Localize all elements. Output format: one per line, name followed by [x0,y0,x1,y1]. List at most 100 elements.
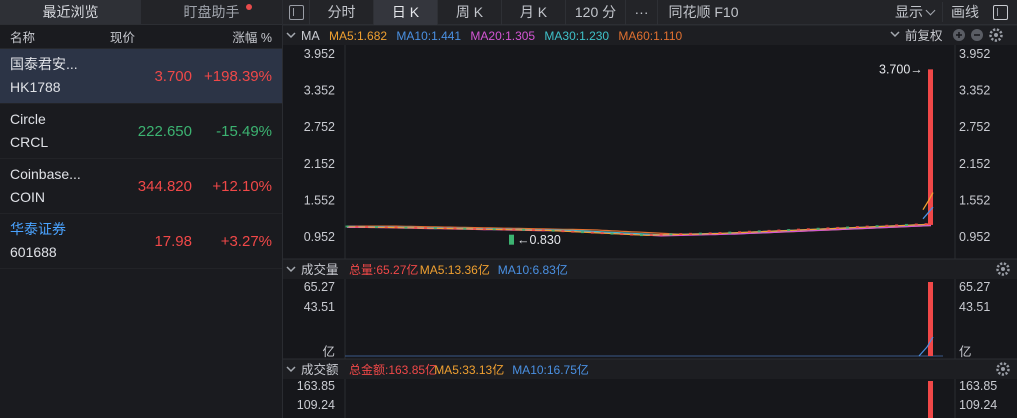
candle [855,226,859,229]
ma-title: MA [301,29,320,43]
amount-title: 成交额 [301,362,339,377]
tab-intraday[interactable]: 分时 [309,0,373,25]
stock-code: 601688 [10,244,57,260]
ma-legend-item: MA60:1.110 [618,29,682,43]
kline-chart[interactable]: MA MA5:1.682 MA10:1.441 MA20:1.305 MA30:1.23… [283,25,1017,418]
header-name[interactable]: 名称 [10,27,110,46]
draw-line-button[interactable]: 画线 [942,2,987,22]
candle [669,233,673,236]
candle [708,232,712,235]
watchlist-row[interactable]: Coinbase... COIN 344.820 +12.10% [0,159,282,214]
watchlist-row[interactable]: 华泰证券 601688 17.98 +3.27% [0,214,282,269]
watchlist-row[interactable]: 国泰君安... HK1788 3.700 +198.39% [0,49,282,104]
candle [767,229,771,232]
settings-gear-icon-center [1001,367,1005,371]
header-change[interactable]: 涨幅 % [184,27,272,46]
y-tick-right: 3.952 [959,47,990,61]
notification-dot-icon [246,4,252,10]
candle [473,227,477,230]
y-tick-left: 2.752 [304,120,335,134]
candle [384,226,388,229]
y-tick-right: 0.952 [959,230,990,244]
tab-recent-label: 最近浏览 [42,4,99,20]
candle [718,232,722,235]
candle [374,226,378,229]
candle [492,228,496,231]
volume-y-tick-right: 43.51 [959,300,990,314]
candle [345,225,349,228]
chart-toolbar: 分时 日 K 周 K 月 K 120 分 ··· 同花顺 F10 显示 画线 [283,0,1017,25]
candle [875,225,879,228]
candle [443,227,447,230]
collapse-panel-icon[interactable] [283,0,309,25]
candle [826,227,830,230]
candle [796,228,800,231]
tab-watch-assistant-label: 盯盘助手 [183,4,240,20]
candle [649,233,653,236]
stock-name: Circle [10,112,46,127]
candle [639,234,643,237]
display-dropdown[interactable]: 显示 [887,2,942,22]
chevron-down-icon [925,5,936,15]
y-tick-left: 0.952 [304,230,335,244]
ma-legend-item: MA30:1.230 [544,29,609,43]
tab-recent[interactable]: 最近浏览 [0,0,141,24]
amount-legend-item: MA10:16.75亿 [512,362,589,377]
watchlist-header: 名称 现价 涨幅 % [0,25,282,49]
candle [453,227,457,230]
candle [679,233,683,236]
candle [355,225,359,228]
volume-y-tick-right: 65.27 [959,280,990,294]
amount-y-tick-right: 163.85 [959,379,997,393]
stock-price: 344.820 [137,177,192,195]
y-tick-right: 2.152 [959,157,990,171]
candle [433,227,437,230]
tab-watch-assistant[interactable]: 盯盘助手 [141,0,282,24]
watchlist-row[interactable]: Circle CRCL 222.650 -15.49% [0,104,282,159]
candle [904,223,908,226]
stock-change: +198.39% [204,67,272,85]
candle [777,229,781,232]
candle [806,228,810,231]
ma-legend-item: MA20:1.305 [470,29,535,43]
stock-name-cell: 国泰君安... HK1788 [10,57,120,95]
stock-name-cell: Coinbase... COIN [10,167,120,205]
candle [885,224,889,227]
panel-toggle-icon[interactable] [987,0,1013,25]
candle [865,225,869,228]
candle [571,230,575,233]
candle [787,229,791,232]
f10-button[interactable]: 同花顺 F10 [657,0,749,25]
y-tick-left: 3.952 [304,47,335,61]
tab-weekly-k[interactable]: 周 K [437,0,501,25]
candle [610,232,614,235]
y-tick-left: 2.152 [304,157,335,171]
stock-change: +12.10% [212,177,272,195]
more-periods-button[interactable]: ··· [625,0,657,25]
volume-title: 成交量 [301,262,339,277]
tab-120min[interactable]: 120 分 [565,0,625,25]
header-price[interactable]: 现价 [110,27,184,46]
candle [482,228,486,231]
draw-line-label: 画线 [951,4,979,20]
candle [561,230,565,233]
stock-code: HK1788 [10,79,61,95]
tab-monthly-k[interactable]: 月 K [501,0,565,25]
low-price-label: ←0.830 [517,233,561,247]
candle [502,228,506,231]
candle [836,226,840,229]
candle [747,230,751,233]
candle [522,228,526,231]
tab-daily-k[interactable]: 日 K [373,0,437,25]
settings-gear-icon-center [994,33,998,37]
candle [424,226,428,229]
amount-legend-item: MA5:33.13亿 [434,362,504,377]
kline-svg[interactable]: MA MA5:1.682 MA10:1.441 MA20:1.305 MA30:1.23… [283,25,1017,418]
candle [738,231,742,234]
candle [581,231,585,234]
candle [816,227,820,230]
settings-gear-icon-center [1001,267,1005,271]
candle [757,230,761,233]
spike-candle [928,69,933,225]
volume-legend-item: MA10:6.83亿 [498,262,568,277]
